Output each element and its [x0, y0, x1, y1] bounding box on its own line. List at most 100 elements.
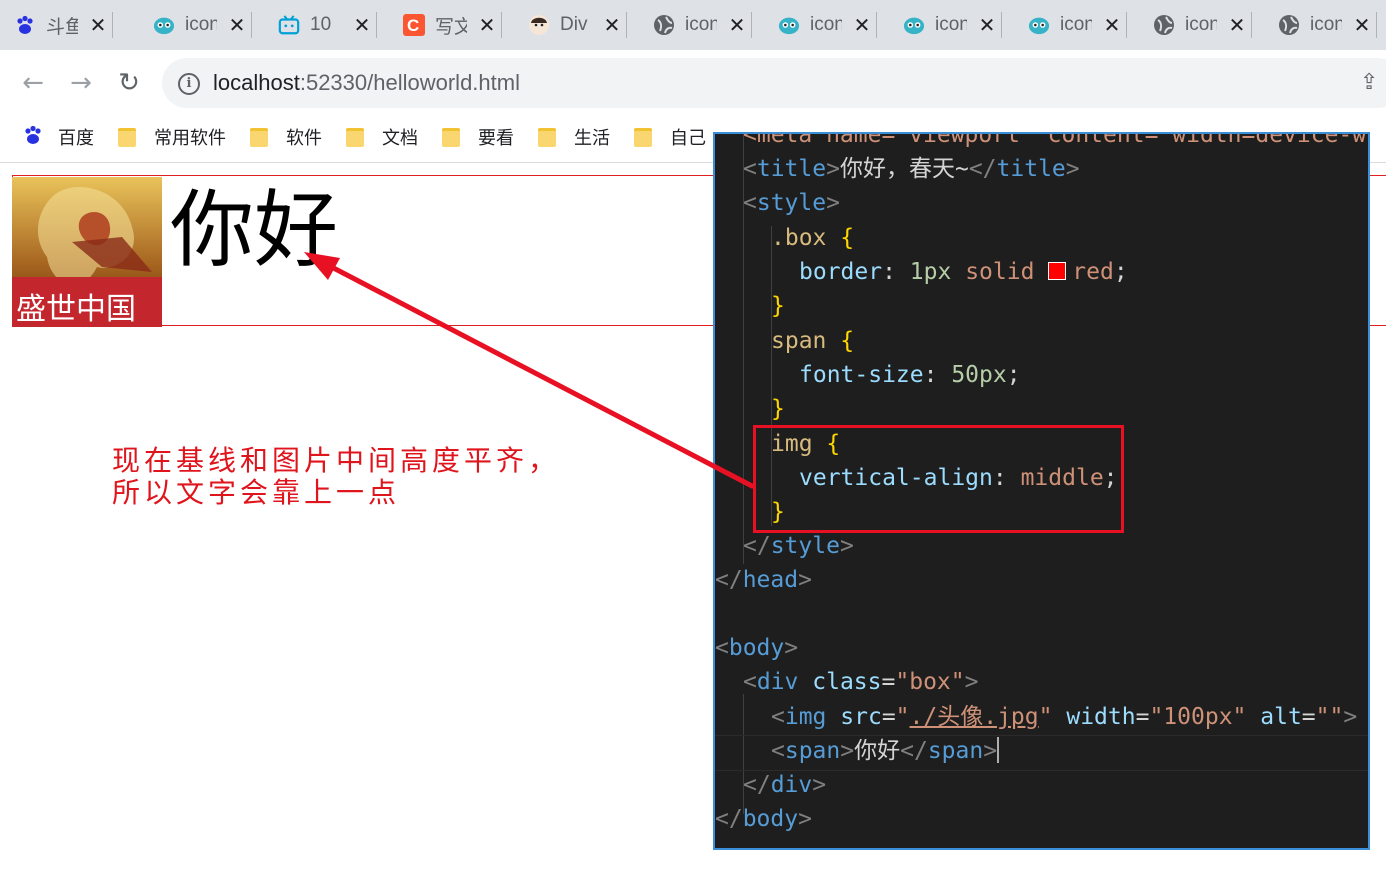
color-swatch-red	[1048, 262, 1067, 280]
cartoon-icon	[778, 14, 800, 36]
code-line-head-close: </head>	[715, 567, 812, 593]
browser-tab[interactable]: icon ✕	[750, 0, 877, 50]
cartoon-icon	[153, 14, 175, 36]
bookmark-label: 百度	[58, 128, 94, 149]
tab-close-icon[interactable]: ✕	[975, 13, 999, 37]
avatar-icon	[528, 14, 550, 36]
globe-icon	[1153, 14, 1175, 36]
tab-close-icon[interactable]: ✕	[1350, 13, 1374, 37]
tab-title: 10	[310, 14, 332, 35]
code-line-title: <title>你好，春天~</title>	[743, 156, 1080, 182]
tab-separator	[1376, 12, 1377, 38]
highlight-rectangle	[753, 425, 1124, 533]
cartoon-icon	[1028, 14, 1050, 36]
bookmark-item[interactable]: 生活	[538, 114, 610, 160]
browser-tab[interactable]: icon ✕	[875, 0, 1002, 50]
browser-tab[interactable]: C 写文 ✕	[375, 0, 502, 50]
folder-icon	[538, 127, 556, 147]
code-line-img-tag: <img src="./头像.jpg" width="100px" alt=""…	[771, 704, 1358, 730]
bookmark-item[interactable]: 常用软件	[118, 114, 226, 160]
code-line-span-tag: <span>你好</span>	[771, 737, 1000, 764]
bookmark-label: 要看	[478, 128, 514, 149]
bookmark-label: 常用软件	[154, 128, 226, 149]
code-line-div-close: </div>	[743, 772, 827, 798]
tab-title: 斗鱼	[46, 16, 78, 38]
tab-title: icon	[935, 14, 967, 35]
annotation-note: 现在基线和图片中间高度平齐， 所以文字会靠上一点	[112, 445, 560, 509]
tab-close-icon[interactable]: ✕	[350, 13, 374, 37]
browser-tab[interactable]: icon ✕	[1000, 0, 1127, 50]
code-line-style-close: </style>	[743, 533, 854, 559]
browser-tab[interactable]: icon ✕	[1250, 0, 1377, 50]
folder-icon	[118, 127, 136, 147]
browser-tab[interactable]: icon ✕	[125, 0, 252, 50]
svg-text:C: C	[407, 16, 419, 35]
code-line-brace: }	[771, 396, 785, 422]
folder-icon	[442, 127, 460, 147]
bookmark-label: 软件	[286, 128, 322, 149]
tab-separator	[112, 12, 113, 38]
tab-title: Div	[560, 14, 588, 35]
tab-close-icon[interactable]: ✕	[86, 13, 110, 37]
bookmark-item[interactable]: 要看	[442, 114, 514, 160]
code-line-span-selector: span {	[771, 328, 855, 354]
bookmark-label: 自己	[670, 128, 706, 149]
paw-icon	[22, 124, 44, 151]
tab-close-icon[interactable]: ✕	[1225, 13, 1249, 37]
hello-span-text: 你好	[170, 181, 339, 279]
tab-close-icon[interactable]: ✕	[600, 13, 624, 37]
tab-close-icon[interactable]: ✕	[725, 13, 749, 37]
forward-button[interactable]: →	[64, 66, 98, 100]
tab-strip: 斗鱼 ✕ icon ✕ 10 ✕ C 写文 ✕ Div ✕ icon ✕ icon ✕ icon ✕ icon ✕ i…	[0, 0, 1386, 50]
tab-title: icon	[1185, 14, 1217, 35]
browser-tab[interactable]: Div ✕	[500, 0, 627, 50]
tab-title: icon	[685, 14, 717, 35]
code-line-div-open: <div class="box">	[743, 669, 979, 695]
code-line-box-selector: .box {	[771, 225, 855, 251]
browser-tab[interactable]: icon ✕	[1125, 0, 1252, 50]
tab-close-icon[interactable]: ✕	[1100, 13, 1124, 37]
share-icon[interactable]: ⇪	[1360, 70, 1378, 95]
tab-title: icon	[1060, 14, 1092, 35]
code-line-body-close: </body>	[715, 806, 812, 832]
folder-icon	[250, 127, 268, 147]
bookmark-item[interactable]: 自己	[634, 114, 706, 160]
browser-tab[interactable]: 10 ✕	[250, 0, 377, 50]
browser-tab[interactable]: 斗鱼 ✕	[0, 0, 113, 50]
tab-title: icon	[1310, 14, 1342, 35]
folder-icon	[634, 127, 652, 147]
csdn-icon: C	[403, 14, 425, 36]
globe-icon	[653, 14, 675, 36]
paw-icon	[14, 14, 36, 36]
bookmark-label: 生活	[574, 128, 610, 149]
address-url[interactable]: localhost:52330/helloworld.html	[213, 68, 520, 98]
globe-icon	[1278, 14, 1300, 36]
tab-title: 写文	[435, 16, 467, 38]
code-line-font-size: font-size: 50px;	[799, 362, 1021, 388]
avatar-caption: 盛世中国	[16, 292, 136, 327]
code-line-brace: }	[771, 293, 785, 319]
back-button[interactable]: ←	[16, 66, 50, 100]
browser-tab[interactable]: icon ✕	[625, 0, 752, 50]
bookmark-item[interactable]: 软件	[250, 114, 322, 160]
text-caret	[997, 737, 1000, 763]
tab-close-icon[interactable]: ✕	[850, 13, 874, 37]
site-info-icon[interactable]: i	[178, 73, 200, 95]
avatar-illustration: 盛世中国	[12, 177, 162, 327]
code-line-box-border: border: 1px solid red;	[799, 259, 1128, 285]
code-line-style-open: <style>	[743, 190, 840, 216]
avatar-image: 盛世中国	[12, 177, 162, 327]
tab-close-icon[interactable]: ✕	[225, 13, 249, 37]
bilibili-icon	[278, 14, 300, 36]
annotation-line-2: 所以文字会靠上一点	[112, 476, 401, 509]
annotation-line-1: 现在基线和图片中间高度平齐，	[112, 444, 561, 477]
bookmark-item[interactable]: 文档	[346, 114, 418, 160]
tab-title: icon	[810, 14, 842, 35]
reload-button[interactable]: ↻	[112, 66, 146, 100]
tab-close-icon[interactable]: ✕	[475, 13, 499, 37]
code-line-meta: <meta name="viewport" content="width=dev…	[743, 132, 1367, 148]
bookmark-item[interactable]: 百度	[22, 114, 94, 160]
cartoon-icon	[903, 14, 925, 36]
bookmark-label: 文档	[382, 128, 418, 149]
tab-title: icon	[185, 14, 217, 35]
